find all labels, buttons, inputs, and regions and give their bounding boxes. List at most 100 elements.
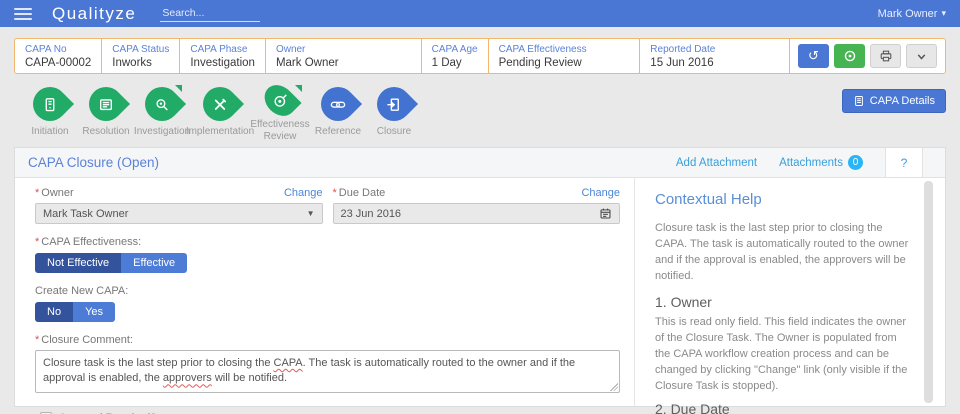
chevron-down-icon: ▼ bbox=[306, 209, 315, 218]
add-attachment-link[interactable]: Add Attachment bbox=[676, 157, 757, 169]
owner-label: * Owner bbox=[35, 187, 74, 199]
field-label: CAPA Age bbox=[431, 44, 478, 55]
record-status-button[interactable] bbox=[834, 44, 865, 68]
contextual-help-panel: Contextual Help Closure task is the last… bbox=[635, 178, 945, 414]
workflow-step-label: Investigation bbox=[133, 126, 191, 137]
workflow-step-effectiveness-review[interactable]: Effectiveness Review bbox=[250, 78, 310, 143]
implementation-icon bbox=[212, 96, 229, 113]
help-tab-label: ? bbox=[900, 155, 908, 170]
workflow-step-reference[interactable]: Reference bbox=[310, 79, 366, 143]
help-title: Contextual Help bbox=[655, 191, 762, 208]
history-icon: ↺ bbox=[808, 48, 819, 63]
required-asterisk: * bbox=[35, 334, 40, 346]
capa-summary-bar: CAPA No CAPA-00002 CAPA Status Inworks C… bbox=[14, 38, 946, 74]
field-value: Investigation bbox=[190, 57, 255, 69]
no-button[interactable]: No bbox=[35, 302, 74, 322]
workflow-step-investigation[interactable]: Investigation bbox=[133, 79, 191, 143]
chevron-down-icon bbox=[917, 53, 926, 60]
effectiveness-toggle: Not Effective Effective bbox=[35, 253, 188, 273]
closure-form: * Owner Change Mark Task Owner ▼ * Due Dat… bbox=[15, 178, 635, 414]
workflow-step-initiation[interactable]: Initiation bbox=[22, 79, 78, 143]
capa-details-button[interactable]: CAPA Details bbox=[841, 89, 946, 113]
chevron-down-icon: ▾ bbox=[941, 8, 946, 18]
record-icon bbox=[844, 50, 855, 62]
field-reported-date: Reported Date 15 Jun 2016 bbox=[640, 39, 790, 73]
attachments-link[interactable]: Attachments 0 bbox=[779, 155, 863, 170]
resolution-icon bbox=[98, 96, 115, 113]
due-date-field-group: * Due Date Change 23 Jun 2016 bbox=[332, 187, 620, 224]
owner-select[interactable]: Mark Task Owner ▼ bbox=[35, 203, 323, 224]
comment-text: will be notified. bbox=[211, 372, 288, 385]
closure-comment-textarea[interactable]: Closure task is the last step prior to c… bbox=[35, 350, 620, 393]
user-menu[interactable]: Mark Owner ▾ bbox=[878, 8, 946, 20]
printer-icon bbox=[880, 50, 891, 62]
due-date-change-link[interactable]: Change bbox=[581, 187, 620, 199]
menu-icon[interactable] bbox=[14, 7, 36, 20]
field-label: CAPA Status bbox=[112, 44, 170, 55]
help-scrollbar[interactable] bbox=[924, 181, 933, 403]
required-asterisk: * bbox=[35, 236, 40, 248]
help-intro: Closure task is the last step prior to c… bbox=[655, 222, 909, 282]
field-owner: Owner Mark Owner bbox=[266, 39, 422, 73]
field-value: 15 Jun 2016 bbox=[650, 57, 714, 69]
workflow-step-resolution[interactable]: Resolution bbox=[78, 79, 134, 143]
comment-spellcheck-word: approvers bbox=[162, 372, 212, 385]
investigation-icon bbox=[154, 96, 171, 113]
initiation-icon bbox=[42, 96, 59, 113]
calendar-icon bbox=[600, 208, 611, 219]
field-capa-no: CAPA No CAPA-00002 bbox=[15, 39, 103, 73]
print-button[interactable] bbox=[870, 44, 901, 68]
comment-text: Closure task is the last step prior to c… bbox=[43, 357, 274, 369]
workflow-steps: Initiation Resolution Investigation Impl… bbox=[22, 78, 946, 143]
document-icon bbox=[854, 96, 863, 106]
tab-contextual-help[interactable]: ? bbox=[885, 148, 923, 177]
closure-comment-label: * Closure Comment: bbox=[35, 334, 133, 346]
help-body-owner: This is read only field. This field indi… bbox=[655, 315, 908, 392]
effective-button[interactable]: Effective bbox=[121, 253, 188, 273]
create-new-capa-label: Create New CAPA: bbox=[35, 285, 129, 297]
workflow-step-implementation[interactable]: Implementation bbox=[186, 79, 254, 143]
field-capa-phase: CAPA Phase Investigation bbox=[180, 39, 266, 73]
history-button[interactable]: ↺ bbox=[798, 44, 829, 68]
field-value: Mark Owner bbox=[275, 57, 339, 69]
flag-notch-icon bbox=[295, 85, 302, 92]
effectiveness-review-icon bbox=[272, 92, 289, 109]
comment-spellcheck-word: CAPA bbox=[273, 357, 303, 369]
owner-field-group: * Owner Change Mark Task Owner ▼ bbox=[35, 187, 323, 224]
closure-icon bbox=[386, 96, 403, 113]
help-heading-due-date: 2. Due Date bbox=[655, 401, 730, 414]
attachments-label: Attachments bbox=[779, 156, 843, 169]
owner-value: Mark Task Owner bbox=[43, 207, 129, 220]
field-label: Owner bbox=[275, 44, 306, 55]
resize-handle[interactable] bbox=[610, 382, 618, 391]
due-date-input[interactable]: 23 Jun 2016 bbox=[332, 203, 620, 224]
required-asterisk: * bbox=[332, 187, 337, 199]
add-attachment-label: Add Attachment bbox=[675, 156, 758, 169]
owner-change-link[interactable]: Change bbox=[284, 187, 323, 199]
field-capa-age: CAPA Age 1 Day bbox=[422, 39, 489, 73]
required-asterisk: * bbox=[35, 187, 40, 199]
workflow-step-label: Effectiveness Review bbox=[250, 119, 310, 142]
section-header: CAPA Closure (Open) Add Attachment Attac… bbox=[15, 148, 945, 178]
workflow-step-label: Initiation bbox=[31, 126, 69, 137]
flag-notch-icon bbox=[175, 85, 182, 92]
field-label: CAPA No bbox=[25, 44, 67, 55]
workflow-step-closure[interactable]: Closure bbox=[366, 79, 422, 143]
reference-icon bbox=[330, 96, 347, 113]
field-value: Inworks bbox=[112, 57, 152, 69]
workflow-step-label: Reference bbox=[314, 126, 362, 137]
workflow-step-label: Resolution bbox=[82, 126, 130, 137]
summary-actions: ↺ bbox=[790, 39, 945, 73]
capa-closure-panel: CAPA Closure (Open) Add Attachment Attac… bbox=[14, 147, 946, 414]
due-date-value: 23 Jun 2016 bbox=[340, 207, 402, 220]
effectiveness-label: * CAPA Effectiveness: bbox=[35, 236, 142, 248]
workflow-step-label: Closure bbox=[376, 126, 412, 137]
search-input[interactable] bbox=[160, 5, 261, 22]
field-label: Reported Date bbox=[650, 44, 716, 55]
not-effective-button[interactable]: Not Effective bbox=[35, 253, 122, 273]
yes-button[interactable]: Yes bbox=[73, 302, 116, 322]
field-value: Pending Review bbox=[498, 57, 582, 69]
page-title: CAPA Closure (Open) bbox=[28, 155, 160, 170]
top-navigation-bar: Qualityze Mark Owner ▾ bbox=[0, 0, 960, 27]
more-actions-button[interactable] bbox=[906, 44, 937, 68]
